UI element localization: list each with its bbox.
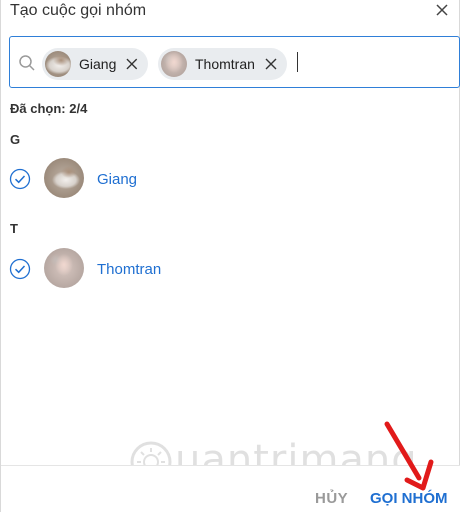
group-call-dialog: Tạo cuộc gọi nhóm Giang Thomtran Đã chọn… [0, 0, 460, 512]
chip-label: Giang [79, 56, 117, 72]
contact-name: Giang [97, 171, 138, 188]
cancel-button[interactable]: HỦY [315, 490, 348, 507]
red-arrow-annotation [384, 421, 434, 491]
check-circle-icon[interactable] [9, 168, 31, 190]
avatar [45, 51, 71, 77]
group-call-button[interactable]: GỌI NHÓM [370, 490, 448, 507]
remove-chip-icon[interactable] [264, 57, 278, 71]
avatar [44, 248, 84, 288]
contact-row[interactable]: Thomtran [1, 248, 460, 292]
contact-name: Thomtran [97, 261, 162, 278]
member-search-input[interactable]: Giang Thomtran [9, 36, 460, 88]
text-caret [297, 52, 298, 72]
group-letter: G [10, 132, 21, 147]
dialog-title: Tạo cuộc gọi nhóm [10, 2, 147, 19]
contact-row[interactable]: Giang [1, 158, 460, 202]
close-icon[interactable] [431, 0, 453, 20]
selected-count: Đã chọn: 2/4 [10, 101, 88, 116]
remove-chip-icon[interactable] [125, 57, 139, 71]
selected-chip: Thomtran [158, 48, 287, 80]
check-circle-icon[interactable] [9, 258, 31, 280]
avatar [44, 158, 84, 198]
group-letter: T [10, 221, 18, 236]
chip-label: Thomtran [195, 56, 255, 72]
search-icon [19, 55, 35, 71]
selected-chip: Giang [42, 48, 148, 80]
avatar [161, 51, 187, 77]
